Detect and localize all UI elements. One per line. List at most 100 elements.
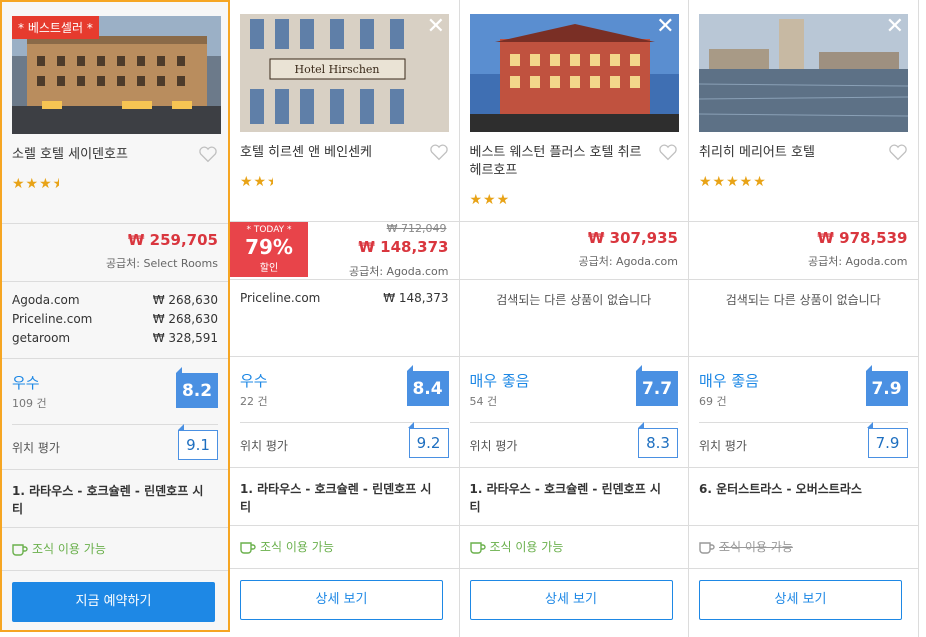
divider [459, 356, 688, 357]
close-icon[interactable]: ✕ [427, 16, 445, 38]
heart-icon[interactable] [658, 143, 678, 161]
divider [689, 467, 918, 468]
location-label: 위치 평가 [469, 439, 518, 453]
divider [459, 221, 688, 222]
price-supplier: 공급처: Agoda.com [348, 265, 449, 278]
hotel-name[interactable]: 소렐 호텔 세이덴호프 [12, 146, 192, 164]
review-count[interactable]: 109 건 [12, 395, 47, 411]
today-label: * TODAY * [246, 225, 292, 235]
best-price[interactable]: ₩ 259,705 [128, 231, 218, 249]
star-rating: ★★★★ [12, 176, 59, 192]
other-offer-row[interactable]: Priceline.com ₩ 268,630 [12, 312, 218, 326]
heart-icon[interactable] [198, 145, 218, 163]
price-supplier: 공급처: Select Rooms [105, 257, 218, 270]
discount-percent: 79% [245, 235, 293, 259]
divider [459, 467, 688, 468]
hotel-name[interactable]: 호텔 히르셴 앤 베인센케 [240, 144, 420, 162]
hotel-photo[interactable]: Hotel Hirschen ✕ [240, 14, 449, 132]
best-price[interactable]: ₩ 307,935 [588, 229, 678, 247]
divider [459, 568, 688, 569]
breakfast-info: 조식 이용 가능 [699, 538, 793, 555]
hotel-area: 1. 라타우스 - 호크슐렌 - 린덴호프 시티 [12, 484, 204, 516]
review-score: 7.7 [636, 365, 678, 406]
view-details-button[interactable]: 상세 보기 [240, 580, 443, 620]
hotel-card: ✕ 베스트 웨스턴 플러스 호텔 취르헤르호프 ★★★ ₩ 307,935 공급… [459, 0, 689, 637]
close-icon[interactable]: ✕ [886, 16, 904, 38]
divider [230, 568, 459, 569]
divider [689, 525, 918, 526]
offer-price: ₩ 148,373 [383, 291, 449, 305]
coffee-cup-icon [240, 541, 256, 554]
hotel-photo[interactable]: * 베스트셀러 * [12, 16, 221, 134]
best-price[interactable]: ₩ 148,373 [358, 238, 448, 256]
price-supplier: 공급처: Agoda.com [807, 255, 908, 268]
divider [2, 281, 228, 282]
divider [689, 279, 918, 280]
rating-word: 우수 [240, 372, 268, 390]
rating-word: 매우 좋음 [469, 372, 530, 390]
heart-icon[interactable] [888, 143, 908, 161]
today-discount-badge: * TODAY * 79% 할인 [230, 222, 308, 277]
offer-price: ₩ 268,630 [152, 312, 218, 326]
other-offer-row[interactable]: Agoda.com ₩ 268,630 [12, 293, 218, 307]
divider [2, 527, 228, 528]
breakfast-info: 조식 이용 가능 [469, 538, 564, 555]
location-score: 8.3 [637, 422, 678, 458]
coffee-cup-icon [469, 541, 486, 554]
location-label: 위치 평가 [240, 439, 288, 453]
divider [2, 223, 228, 224]
coffee-cup-icon [12, 543, 28, 556]
divider [459, 525, 688, 526]
location-score: 9.2 [408, 422, 449, 458]
hotel-area: 1. 라타우스 - 호크슐렌 - 린덴호프 시티 [469, 482, 661, 514]
offer-site: Priceline.com [240, 291, 321, 305]
hotel-name[interactable]: 취리히 메리어트 호텔 [699, 144, 879, 162]
divider [459, 279, 688, 280]
hotel-photo[interactable]: ✕ [469, 14, 679, 132]
view-details-button[interactable]: 상세 보기 [699, 580, 902, 620]
other-offer-row[interactable]: getaroom ₩ 328,591 [12, 331, 218, 345]
hotel-comparison-grid: * 베스트셀러 * 소렐 호텔 세이덴호프 ★★★★ ₩ 259,705 공급처… [0, 0, 926, 637]
divider [689, 568, 918, 569]
breakfast-label: 조식 이용 가능 [489, 540, 564, 554]
breakfast-label: 조식 이용 가능 [719, 540, 793, 554]
divider [240, 422, 449, 423]
review-score: 8.4 [406, 365, 449, 406]
offer-site: Agoda.com [12, 293, 80, 307]
best-price[interactable]: ₩ 978,539 [817, 229, 907, 247]
rating-word: 매우 좋음 [699, 372, 759, 390]
book-now-button[interactable]: 지금 예약하기 [12, 582, 215, 622]
location-score: 9.1 [177, 424, 218, 460]
breakfast-label: 조식 이용 가능 [32, 542, 106, 556]
divider [2, 570, 228, 571]
offer-site: Priceline.com [12, 312, 93, 326]
review-count[interactable]: 22 건 [240, 393, 268, 409]
hotel-card: ✕ 취리히 메리어트 호텔 ★★★★★ ₩ 978,539 공급처: Agoda… [689, 0, 919, 637]
divider [699, 422, 908, 423]
divider [230, 279, 459, 280]
divider [12, 424, 218, 425]
view-details-button[interactable]: 상세 보기 [469, 580, 673, 620]
divider [689, 356, 918, 357]
star-rating: ★★★ [469, 192, 511, 208]
review-count[interactable]: 54 건 [470, 393, 498, 409]
no-other-offers: 검색되는 다른 상품이 없습니다 [496, 293, 652, 307]
other-offer-row[interactable]: Priceline.com ₩ 148,373 [240, 291, 449, 305]
divider [2, 358, 228, 359]
review-count[interactable]: 69 건 [699, 393, 727, 409]
rating-word: 우수 [12, 374, 40, 392]
hotel-name[interactable]: 베스트 웨스턴 플러스 호텔 취르헤르호프 [470, 144, 650, 180]
bestseller-badge: * 베스트셀러 * [12, 16, 99, 39]
breakfast-info: 조식 이용 가능 [12, 540, 106, 557]
divider [230, 467, 459, 468]
close-icon[interactable]: ✕ [656, 16, 674, 38]
divider [2, 469, 228, 470]
hotel-area: 1. 라타우스 - 호크슐렌 - 린덴호프 시티 [240, 482, 432, 514]
review-score: 7.9 [865, 365, 908, 406]
discount-label: 할인 [259, 263, 279, 274]
breakfast-info: 조식 이용 가능 [240, 538, 334, 555]
divider [230, 525, 459, 526]
heart-icon[interactable] [429, 143, 449, 161]
hotel-photo[interactable]: ✕ [699, 14, 908, 132]
divider [230, 356, 459, 357]
